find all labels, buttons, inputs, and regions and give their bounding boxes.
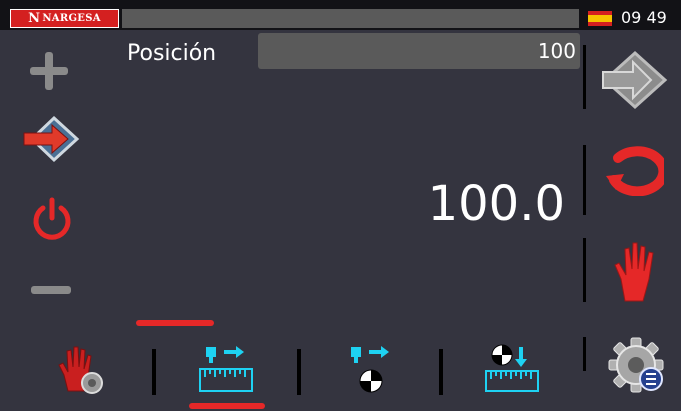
move-to-reference-icon — [351, 346, 389, 393]
hand-stop-icon[interactable] — [610, 238, 660, 304]
reference-measure-icon — [485, 344, 539, 392]
tab-manual-settings[interactable] — [56, 345, 108, 397]
position-label: Posición — [127, 41, 217, 66]
arrow-right-diamond-icon[interactable] — [597, 50, 669, 110]
selection-indicator-top — [136, 320, 214, 326]
spain-flag-icon[interactable] — [588, 11, 612, 26]
position-input[interactable]: 100 — [258, 33, 580, 69]
divider — [583, 337, 586, 371]
divider — [297, 349, 301, 395]
divider — [583, 238, 586, 302]
status-strip — [122, 9, 579, 28]
manual-settings-icon — [58, 346, 103, 394]
plus-icon[interactable] — [24, 46, 74, 96]
clock: 09 49 — [621, 8, 667, 27]
divider — [583, 45, 586, 109]
settings-list-icon[interactable] — [607, 336, 665, 394]
logo-text: NARGESA — [42, 13, 101, 24]
send-arrow-icon[interactable] — [22, 115, 80, 163]
minus-icon[interactable] — [26, 280, 76, 300]
tab-measure-move[interactable] — [196, 345, 256, 395]
cycle-icon[interactable] — [604, 146, 664, 196]
divider — [439, 349, 443, 395]
divider — [152, 349, 156, 395]
measure-move-icon — [199, 346, 253, 392]
divider — [583, 145, 586, 215]
nargesa-logo: N NARGESA — [10, 9, 119, 28]
tab-move-to-reference[interactable] — [345, 345, 401, 395]
power-icon[interactable] — [28, 194, 76, 242]
tab-reference-measure[interactable] — [482, 343, 542, 395]
current-position-readout: 100.0 — [427, 176, 565, 232]
logo-mark: N — [28, 11, 41, 26]
active-tab-indicator — [189, 403, 265, 409]
